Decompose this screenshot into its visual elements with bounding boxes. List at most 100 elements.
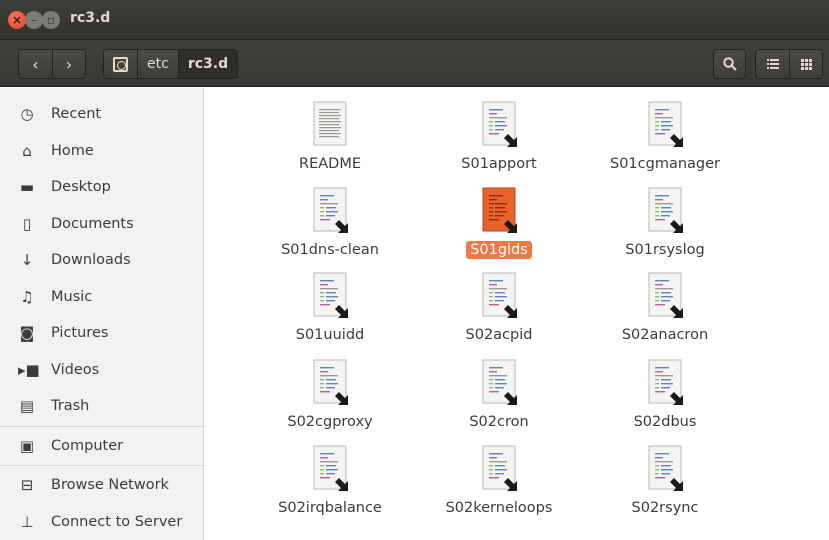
file-item[interactable]: README (245, 88, 415, 173)
download-icon: ↓ (20, 251, 34, 270)
maximize-window-button[interactable]: ▫ (42, 11, 60, 29)
grid-view-icon (800, 58, 812, 70)
sidebar-item-label: Documents (51, 215, 134, 232)
sidebar-item-music[interactable]: ♫ Music (0, 279, 203, 316)
drive-icon (113, 56, 128, 72)
file-item[interactable]: S02dbus (580, 346, 750, 431)
script-link-icon (312, 272, 348, 318)
file-name: S01rsyslog (625, 242, 705, 258)
file-item[interactable]: S02anacron (580, 259, 750, 344)
file-item[interactable]: S02kerneloops (414, 432, 584, 517)
home-icon: ⌂ (22, 141, 32, 160)
sidebar-item-downloads[interactable]: ↓ Downloads (0, 242, 203, 279)
script-link-icon (647, 359, 683, 405)
file-item[interactable]: S02cron (414, 346, 584, 431)
file-item[interactable]: S01cgmanager (580, 88, 750, 173)
sidebar-item-connect-to-server[interactable]: ⊥ Connect to Server (0, 504, 203, 540)
sidebar-item-label: Computer (51, 437, 124, 454)
sidebar-item-label: Trash (51, 398, 90, 415)
file-item[interactable]: S01rsyslog (580, 174, 750, 259)
sidebar-item-label: Downloads (51, 252, 131, 269)
file-name: S01cgmanager (609, 156, 720, 172)
drive-icon: ▣ (19, 436, 35, 455)
video-icon: ▸■ (18, 360, 40, 379)
file-name: README (299, 156, 361, 172)
text-file-icon (312, 101, 348, 147)
file-name: S01uuidd (295, 327, 365, 343)
network-icon: ⊟ (20, 476, 34, 495)
file-item[interactable]: S01apport (414, 88, 584, 173)
path-bar: etc rc3.d (103, 49, 239, 79)
script-link-icon (312, 445, 348, 491)
window-title: rc3.d (70, 10, 111, 26)
sidebar-item-label: Music (51, 288, 93, 305)
script-link-icon (481, 359, 517, 405)
search-button[interactable] (713, 49, 746, 79)
close-window-button[interactable]: × (8, 11, 26, 29)
sidebar-item-label: Home (51, 142, 94, 159)
back-button[interactable]: ‹ (19, 50, 52, 78)
sidebar-item-label: Browse Network (51, 477, 169, 494)
sidebar-item-browse-network[interactable]: ⊟ Browse Network (0, 467, 203, 504)
navigation-buttons: ‹ › (18, 49, 86, 79)
file-item[interactable]: S02acpid (414, 259, 584, 344)
file-name: S02kerneloops (445, 500, 553, 516)
script-link-icon (647, 445, 683, 491)
file-item[interactable]: S01uuidd (245, 259, 415, 344)
script-link-icon (647, 272, 683, 318)
grid-view-button[interactable] (789, 50, 822, 78)
sidebar-item-recent[interactable]: ◷ Recent (0, 96, 203, 133)
script-link-icon (481, 101, 517, 147)
script-link-icon (312, 187, 348, 233)
sidebar-item-home[interactable]: ⌂ Home (0, 133, 203, 170)
file-name: S02cgproxy (287, 414, 373, 430)
file-name: S02irqbalance (278, 500, 382, 516)
music-icon: ♫ (20, 287, 34, 306)
toolbar: ‹ › etc rc3.d (0, 40, 829, 87)
sidebar-item-desktop[interactable]: ▬ Desktop (0, 169, 203, 206)
file-name: S01dns-clean (281, 242, 379, 258)
file-name: S02cron (469, 414, 529, 430)
sidebar-item-label: Recent (51, 106, 102, 123)
camera-icon: ◙ (19, 324, 35, 343)
trash-icon: ▤ (19, 397, 35, 416)
file-item[interactable]: S02cgproxy (245, 346, 415, 431)
sidebar-item-computer[interactable]: ▣ Computer (0, 428, 203, 465)
title-bar: × – ▫ rc3.d (0, 0, 829, 40)
file-item[interactable]: S02rsync (580, 432, 750, 517)
sidebar-item-trash[interactable]: ▤ Trash (0, 388, 203, 425)
folder-icon: ▬ (19, 178, 35, 197)
clock-icon: ◷ (20, 105, 34, 124)
script-link-icon (312, 359, 348, 405)
file-view: README S01apport S01cgmanager S01dns-cle… (205, 88, 829, 540)
file-item[interactable]: S02irqbalance (245, 432, 415, 517)
file-name: S01apport (461, 156, 537, 172)
sidebar-divider (0, 425, 203, 427)
search-icon (722, 57, 737, 71)
breadcrumb-root[interactable] (104, 50, 137, 78)
document-icon: ▯ (22, 214, 32, 233)
minimize-window-button[interactable]: – (25, 11, 43, 29)
list-view-button[interactable] (756, 50, 789, 78)
file-item[interactable]: S01dns-clean (245, 174, 415, 259)
sidebar-item-documents[interactable]: ▯ Documents (0, 206, 203, 243)
forward-button[interactable]: › (52, 50, 85, 78)
list-view-icon (766, 59, 779, 69)
sidebar-item-pictures[interactable]: ◙ Pictures (0, 315, 203, 352)
breadcrumb-etc[interactable]: etc (137, 50, 178, 78)
file-item[interactable]: S01glds (414, 174, 584, 259)
sidebar-divider (0, 465, 203, 466)
file-name: S02anacron (621, 327, 709, 343)
file-name: S02rsync (631, 500, 699, 516)
sidebar-item-label: Connect to Server (51, 513, 183, 530)
breadcrumb-rc3d[interactable]: rc3.d (177, 50, 238, 78)
sidebar-item-label: Videos (51, 361, 100, 378)
sidebar-item-videos[interactable]: ▸■ Videos (0, 352, 203, 389)
file-name: S02dbus (633, 414, 697, 430)
sidebar: ◷ Recent ⌂ Home ▬ Desktop ▯ Documents ↓ … (0, 88, 204, 540)
sidebar-item-label: Pictures (51, 325, 109, 342)
script-link-icon (481, 272, 517, 318)
script-link-icon (647, 101, 683, 147)
server-icon: ⊥ (20, 512, 34, 531)
view-toggle (755, 49, 823, 79)
